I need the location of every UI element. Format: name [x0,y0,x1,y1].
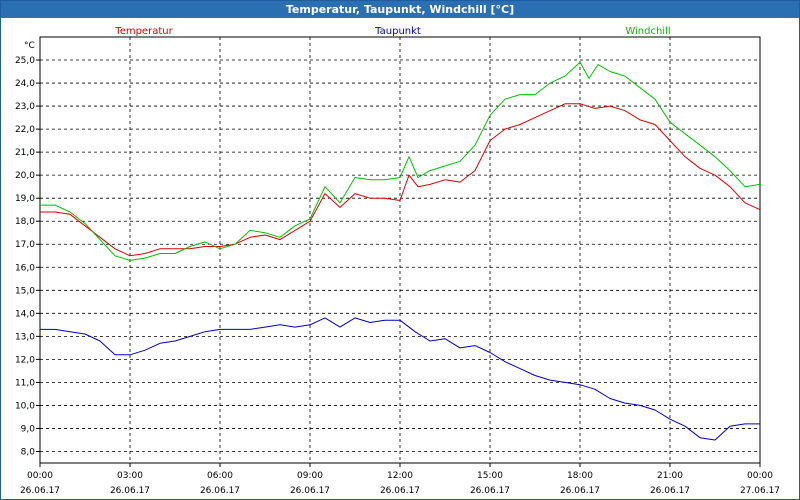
x-tick-date: 26.06.17 [650,486,690,496]
x-tick-time: 21:00 [657,471,683,481]
y-axis: 8,0 9,0 10,0 11,0 12,0 13,0 14,0 15,0 16,0 17,0 18… [15,56,40,457]
y-tick-label: 14,0 [15,309,35,319]
legend-windchill: Windchill [625,26,670,37]
y-tick-label: 21,0 [15,148,35,158]
x-tick-time: 06:00 [207,471,233,481]
x-tick-time: 12:00 [387,471,413,481]
y-tick-label: 25,0 [15,56,35,66]
y-tick-label: 12,0 [15,355,35,365]
x-tick-date: 26.06.17 [290,486,330,496]
y-tick-label: 16,0 [15,263,35,273]
y-axis-unit: °C [24,41,35,51]
x-tick-time: 00:00 [747,471,773,481]
x-tick-date: 26.06.17 [380,486,420,496]
y-tick-label: 13,0 [15,332,35,342]
y-tick-label: 20,0 [15,171,35,181]
y-tick-label: 17,0 [15,240,35,250]
x-tick-date: 26.06.17 [110,486,150,496]
y-tick-label: 23,0 [15,102,35,112]
x-axis: 00:00 26.06.17 03:00 26.06.17 06:00 26.06.17 0… [20,463,780,496]
y-tick-label: 22,0 [15,125,35,135]
y-tick-label: 24,0 [15,79,35,89]
x-tick-date: 26.06.17 [20,486,60,496]
legend-taupunkt: Taupunkt [374,26,421,37]
y-tick-label: 10,0 [15,401,35,411]
y-tick-label: 18,0 [15,217,35,227]
legend: Temperatur Taupunkt Windchill [114,26,670,37]
legend-temperatur: Temperatur [114,26,173,37]
y-tick-label: 9,0 [21,424,36,434]
line-chart: 8,0 9,0 10,0 11,0 12,0 13,0 14,0 15,0 16,0 17,0 18… [15,26,780,496]
x-tick-date: 26.06.17 [560,486,600,496]
x-tick-date: 27.06.17 [740,486,780,496]
x-tick-time: 18:00 [567,471,593,481]
x-tick-time: 15:00 [477,471,503,481]
x-tick-date: 26.06.17 [470,486,510,496]
y-tick-label: 8,0 [21,447,36,457]
x-tick-time: 03:00 [117,471,143,481]
y-tick-label: 11,0 [15,378,35,388]
y-tick-label: 15,0 [15,286,35,296]
y-tick-label: 19,0 [15,194,35,204]
x-tick-date: 26.06.17 [200,486,240,496]
x-tick-time: 00:00 [27,471,53,481]
x-tick-time: 09:00 [297,471,323,481]
